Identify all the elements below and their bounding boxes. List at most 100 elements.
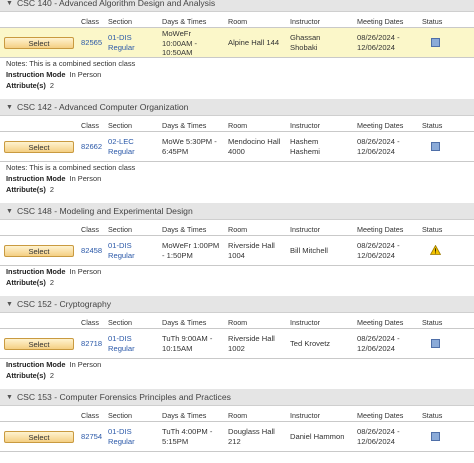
column-header-meeting-dates: Meeting Dates	[357, 225, 404, 234]
column-header-meeting-dates: Meeting Dates	[357, 318, 404, 327]
status-square	[431, 339, 440, 348]
instructor-line: Ghassan	[290, 33, 321, 42]
room-line: 212	[228, 436, 241, 446]
room-line: Riverside Hall	[228, 241, 275, 250]
instruction-mode-label: Instruction Mode	[6, 70, 66, 79]
course-header[interactable]: ▼ CSC 152 - Cryptography	[0, 296, 474, 313]
table-header: Class Section Days & Times Room Instructor Me…	[0, 16, 474, 27]
meeting-dates-line: 12/06/2024	[357, 146, 396, 156]
collapse-caret-icon[interactable]: ▼	[6, 394, 13, 401]
course-header[interactable]: ▼ CSC 148 - Modeling and Experimental Des…	[0, 203, 474, 220]
days-times-line: TuTh 4:00PM -	[162, 427, 213, 436]
collapse-caret-icon[interactable]: ▼	[6, 104, 13, 111]
room: Mendocino Hall 4000	[228, 137, 280, 156]
course-header[interactable]: ▼ CSC 153 - Computer Forensics Principles…	[0, 389, 474, 406]
section-link[interactable]: 01-DIS Regular	[108, 241, 135, 260]
course-title: CSC 148 - Modeling and Experimental Desi…	[16, 206, 193, 216]
section-row: Select 82718 01-DIS Regular TuTh 9:00AM -10:…	[0, 328, 474, 359]
class-number-link[interactable]: 82458	[81, 246, 102, 256]
instruction-mode: Instruction Mode In Person	[0, 359, 474, 370]
column-header-days-times: Days & Times	[162, 411, 207, 420]
days-times-line: 6:45PM	[162, 146, 189, 156]
section-link[interactable]: 02-LEC Regular	[108, 137, 135, 156]
column-header-instructor: Instructor	[290, 225, 320, 234]
collapse-caret-icon[interactable]: ▼	[6, 208, 13, 215]
select-button[interactable]: Select	[4, 141, 74, 153]
course-list: ▼ CSC 140 - Advanced Algorithm Design and…	[0, 0, 474, 460]
days-times: MoWeFr 10:00AM -10:50AM	[162, 29, 197, 58]
section-link[interactable]: 01-DIS Regular	[108, 334, 135, 353]
column-header-section: Section	[108, 225, 132, 234]
attributes: Attribute(s) 2	[0, 277, 474, 288]
column-header-meeting-dates: Meeting Dates	[357, 411, 404, 420]
meeting-dates-line: 08/26/2024 -	[357, 241, 400, 250]
column-header-days-times: Days & Times	[162, 225, 207, 234]
days-times-line: 5:15PM	[162, 436, 189, 446]
select-button[interactable]: Select	[4, 245, 74, 257]
section-link[interactable]: 01-DIS Regular	[108, 427, 135, 446]
open-square-icon	[431, 432, 440, 441]
course-title: CSC 152 - Cryptography	[16, 299, 112, 309]
column-header-meeting-dates: Meeting Dates	[357, 17, 404, 26]
column-header-room: Room	[228, 121, 248, 130]
section-link-line: Regular	[108, 250, 135, 260]
collapse-caret-icon[interactable]: ▼	[6, 0, 13, 7]
table-header: Class Section Days & Times Room Instructor Me…	[0, 410, 474, 421]
instruction-mode: Instruction Mode In Person	[0, 266, 474, 277]
column-header-status: Status	[422, 121, 443, 130]
column-header-room: Room	[228, 318, 248, 327]
room-line: Mendocino Hall	[228, 137, 281, 146]
course-gap	[0, 381, 474, 389]
course-header[interactable]: ▼ CSC 142 - Advanced Computer Organizatio…	[0, 99, 474, 116]
instructor-line: Bill Mitchell	[290, 246, 328, 255]
course-header[interactable]: ▼ CSC 140 - Advanced Algorithm Design and…	[0, 0, 474, 12]
select-button[interactable]: Select	[4, 37, 74, 49]
meeting-dates-line: 12/06/2024	[357, 250, 396, 260]
section-link-line: Regular	[108, 146, 135, 156]
days-times-line: 10:00AM -	[162, 38, 198, 48]
column-header-status: Status	[422, 411, 443, 420]
course-block: ▼ CSC 153 - Computer Forensics Principles…	[0, 389, 474, 460]
meeting-dates-line: 08/26/2024 -	[357, 427, 400, 436]
room-line: Riverside Hall	[228, 334, 275, 343]
table-header: Class Section Days & Times Room Instructor Me…	[0, 120, 474, 131]
select-button[interactable]: Select	[4, 431, 74, 443]
class-number-link[interactable]: 82718	[81, 339, 102, 349]
attributes: Attribute(s) 2	[0, 80, 474, 91]
attributes-value: 2	[49, 278, 54, 287]
room-line: 1004	[228, 250, 245, 260]
collapse-caret-icon[interactable]: ▼	[6, 301, 13, 308]
course-body: Class Section Days & Times Room Instructor Me…	[0, 313, 474, 381]
column-header-instructor: Instructor	[290, 121, 320, 130]
column-header-class: Class	[81, 225, 99, 234]
instructor: Ted Krovetz	[290, 339, 330, 349]
instruction-mode-label: Instruction Mode	[6, 360, 66, 369]
section-row: Select 82565 01-DIS Regular MoWeFr 10:00AM -1…	[0, 27, 474, 58]
course-body: Class Section Days & Times Room Instructor Me…	[0, 12, 474, 91]
column-header-section: Section	[108, 318, 132, 327]
instruction-mode-value: In Person	[69, 174, 102, 183]
course-block: ▼ CSC 140 - Advanced Algorithm Design and…	[0, 0, 474, 99]
status-square	[431, 38, 440, 47]
course-body: Class Section Days & Times Room Instructor Me…	[0, 116, 474, 195]
instructor: Bill Mitchell	[290, 246, 328, 256]
meeting-dates-line: 12/06/2024	[357, 436, 396, 446]
instructor-line: Shobaki	[290, 42, 318, 52]
section-link[interactable]: 01-DIS Regular	[108, 33, 135, 52]
class-number-link[interactable]: 82565	[81, 38, 102, 48]
class-number-link[interactable]: 82754	[81, 432, 102, 442]
course-gap	[0, 195, 474, 203]
attributes-label: Attribute(s)	[6, 81, 46, 90]
section-link-line: 01-DIS	[108, 33, 132, 42]
instruction-mode-value: In Person	[69, 360, 102, 369]
notes: Notes: This is a combined section class	[6, 59, 136, 68]
class-number-link[interactable]: 82662	[81, 142, 102, 152]
course-block: ▼ CSC 152 - Cryptography Class Section Days …	[0, 296, 474, 389]
meeting-dates-line: 12/06/2024	[357, 42, 396, 52]
column-header-status: Status	[422, 318, 443, 327]
section-link-line: 01-DIS	[108, 334, 132, 343]
select-button[interactable]: Select	[4, 338, 74, 350]
room-line: 4000	[228, 146, 245, 156]
days-times-line: 10:15AM	[162, 343, 193, 353]
meeting-dates: 08/26/2024 -12/06/2024	[357, 427, 400, 446]
